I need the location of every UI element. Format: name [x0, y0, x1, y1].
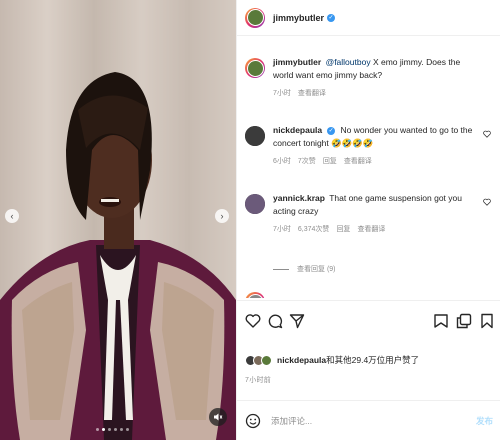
post-timestamp: 7小时前 [245, 377, 272, 384]
avatar [261, 354, 272, 366]
reply-link[interactable]: 回复 [336, 224, 350, 234]
comment-likes[interactable]: 6,374次赞 [298, 224, 330, 234]
carousel-dot [114, 428, 117, 431]
caption: jimmybutler @falloutboy X emo jimmy. Doe… [245, 56, 495, 98]
caption-time: 7小时 [273, 90, 291, 97]
bookmark-icon[interactable] [479, 313, 495, 329]
speaker-icon[interactable] [209, 408, 227, 426]
likes-count: 和其他29.4万位用户赞了 [326, 355, 420, 365]
view-replies[interactable]: 查看回复 (9) [273, 264, 336, 274]
avatar[interactable] [245, 292, 265, 298]
avatar[interactable] [245, 126, 265, 146]
caption-author[interactable]: jimmybutler [273, 57, 321, 67]
post-button[interactable]: 发布 [476, 415, 493, 427]
comment-meta: 7小时 6,374次赞 回复 查看翻译 [273, 224, 481, 234]
verified-badge-icon: ✓ [327, 13, 336, 22]
list-item: yannick.krap That one game suspension go… [245, 192, 495, 234]
comment-list[interactable]: jimmybutler @falloutboy X emo jimmy. Doe… [237, 46, 500, 298]
carousel-dot [102, 428, 105, 431]
likes-text: nickdepaula和其他29.4万位用户赞了 [277, 354, 419, 366]
post-side-panel: jimmybutler ✓ jimmybutler @falloutboy X … [236, 0, 500, 440]
save-to-collection-icon[interactable] [433, 313, 449, 329]
comment-author[interactable]: yannick.krap [273, 193, 325, 203]
heart-icon[interactable] [483, 198, 491, 206]
comment-text: yannick.krap That one game suspension go… [273, 192, 481, 218]
video-frame [0, 0, 236, 440]
carousel-dot [126, 428, 129, 431]
emoji-icon[interactable] [245, 413, 261, 429]
likes-user[interactable]: nickdepaula [277, 355, 326, 365]
speaker-glyph [214, 413, 223, 421]
carousel-dot [96, 428, 99, 431]
heart-icon[interactable] [245, 313, 261, 329]
copy-icon[interactable] [456, 313, 472, 329]
comment-meta: 6小时 7次赞 回复 查看翻译 [273, 156, 481, 166]
heart-icon[interactable] [483, 130, 491, 138]
verified-badge-icon: ✓ [327, 126, 336, 135]
replies-divider [273, 268, 289, 270]
comment-input[interactable] [271, 415, 461, 426]
avatar[interactable] [245, 7, 265, 28]
comment-time: 6小时 [273, 158, 291, 165]
view-replies-label[interactable]: 查看回复 (9) [297, 264, 336, 274]
caption-mention[interactable]: @falloutboy [326, 57, 371, 67]
avatar[interactable] [245, 58, 265, 78]
post-media[interactable]: ‹ › [0, 0, 236, 440]
caption-text: jimmybutler @falloutboy X emo jimmy. Doe… [273, 56, 481, 82]
share-icon[interactable] [289, 313, 305, 329]
avatar[interactable] [245, 194, 265, 214]
caption-meta: 7小时 查看翻译 [273, 88, 481, 98]
carousel-dot [120, 428, 123, 431]
reply-link[interactable]: 回复 [323, 156, 337, 166]
comment-composer: 发布 [237, 400, 500, 440]
comment-likes[interactable]: 7次赞 [298, 156, 316, 166]
list-item: nickdepaula ✓ No wonder you wanted to go … [245, 124, 495, 166]
comment-author[interactable]: nickdepaula [273, 125, 322, 135]
chevron-right-icon[interactable]: › [215, 209, 229, 223]
post-header: jimmybutler ✓ [237, 0, 500, 36]
instagram-post-view: ‹ › jimmybutler ✓ jimmybutler @falloutbo… [0, 0, 500, 440]
comment-icon[interactable] [267, 313, 283, 329]
carousel-dot [108, 428, 111, 431]
comment-time: 7小时 [273, 226, 291, 233]
translate-link[interactable]: 查看翻译 [344, 156, 372, 166]
translate-link[interactable]: 查看翻译 [357, 224, 385, 234]
list-item [245, 292, 423, 298]
header-username[interactable]: jimmybutler [273, 13, 324, 23]
chevron-left-icon[interactable]: ‹ [5, 209, 19, 223]
action-bar [237, 300, 500, 350]
likes-summary[interactable]: nickdepaula和其他29.4万位用户赞了 [245, 354, 419, 366]
translate-link[interactable]: 查看翻译 [298, 88, 326, 98]
comment-text: nickdepaula ✓ No wonder you wanted to go … [273, 124, 481, 150]
carousel-indicator [96, 428, 129, 431]
